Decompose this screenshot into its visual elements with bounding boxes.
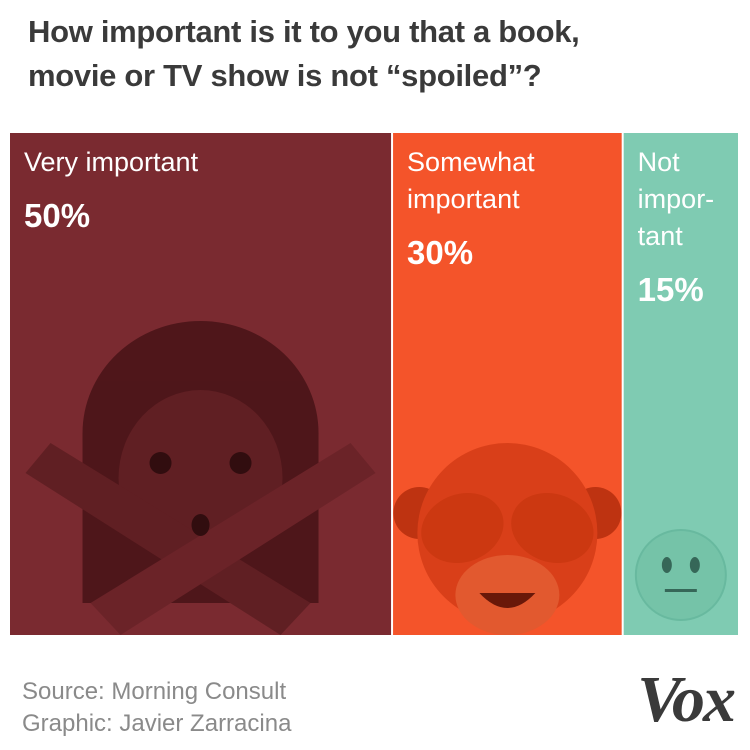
stacked-bar-chart: Very important 50% Somewhat important 30% Not…	[10, 133, 738, 635]
graphic-credit: Graphic: Javier Zarracina	[22, 710, 292, 737]
value-label-0: 50%	[24, 197, 90, 234]
chart-title-line-1: How important is it to you that a book,	[28, 14, 580, 49]
chart-title-line-2: movie or TV show is not “spoiled”?	[28, 58, 542, 93]
source-text: Source: Morning Consult	[22, 678, 287, 705]
category-label-0: Very important	[24, 147, 199, 177]
source-credits: Source: Morning Consult Graphic: Javier …	[22, 676, 291, 740]
vox-logo: Vox	[637, 663, 736, 736]
neutral-face-icon	[634, 529, 727, 621]
bar-segment-0: Very important 50%	[10, 133, 392, 635]
bar-segment-2: Not impor-tant15%	[623, 133, 738, 635]
value-label-1: 30%	[407, 234, 473, 271]
value-label-2: 15%	[638, 271, 704, 308]
bar-segment-1: Somewhat important30%	[393, 133, 622, 635]
chart-svg: Very important 50% Somewhat important30%Not…	[10, 133, 738, 635]
chart-title: How important is it to you that a book, …	[28, 10, 728, 98]
